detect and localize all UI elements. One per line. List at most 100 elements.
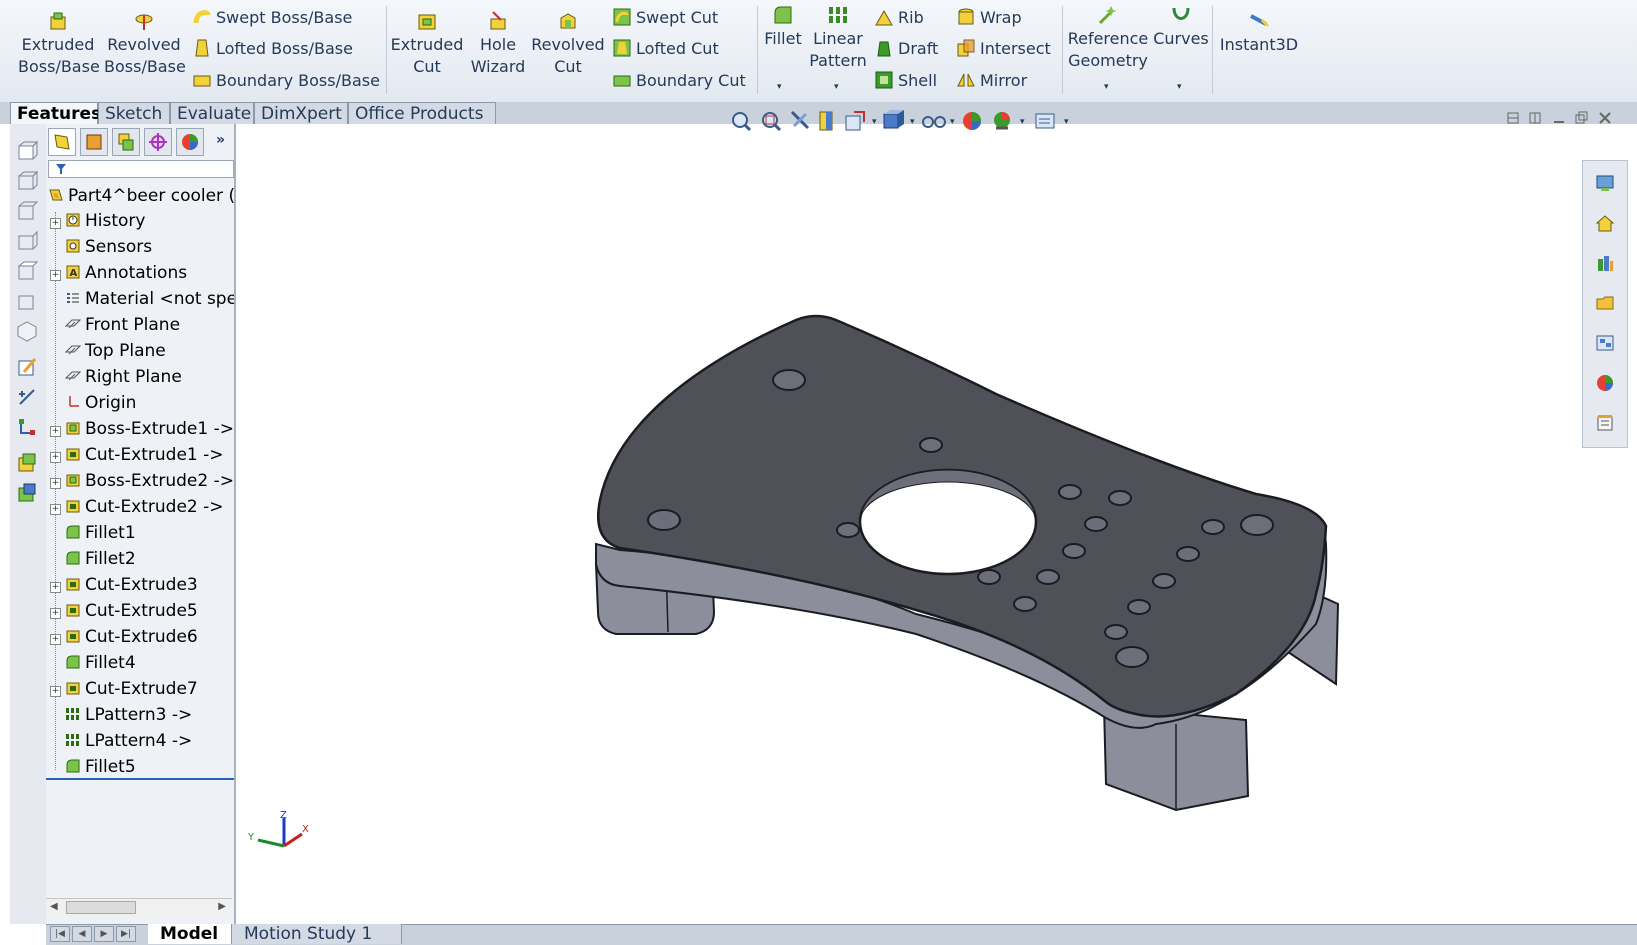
draft-button[interactable]: Draft [874,36,938,62]
tree-item[interactable]: Fillet2 [50,546,234,572]
tree-item[interactable]: Material <not spec [50,286,234,312]
tab-motion-study-1[interactable]: Motion Study 1 [232,924,402,944]
curves-button[interactable]: Curves [1150,4,1212,50]
mirror-button[interactable]: Mirror [956,68,1027,94]
part-model-beer-cooler[interactable] [236,124,1626,924]
intersect-button[interactable]: Intersect [956,36,1051,62]
restore-icon[interactable] [1575,111,1588,124]
expand-toggle-icon[interactable]: + [50,504,61,515]
view-right-icon[interactable] [16,230,38,252]
solidworks-resources-icon[interactable] [1595,173,1615,193]
cut-icon[interactable] [16,482,38,504]
instant3d-button[interactable]: Instant3D [1216,10,1302,56]
revolved-boss-button[interactable]: Revolved Boss/Base [104,10,186,78]
view-left-icon[interactable] [16,200,38,222]
tree-item[interactable]: Front Plane [50,312,234,338]
view-bottom-icon[interactable] [16,290,38,312]
expand-toggle-icon[interactable]: + [50,218,61,229]
shell-button[interactable]: Shell [874,68,937,94]
tree-item[interactable]: + Cut-Extrude3 [50,572,234,598]
extruded-boss-button[interactable]: Extruded Boss/Base [18,10,100,78]
boundary-cut-button[interactable]: Boundary Cut [612,68,746,94]
feature-tree-filter[interactable] [48,160,234,178]
boundary-boss-button[interactable]: Boundary Boss/Base [192,68,380,94]
scroll-right-icon[interactable]: ▶ [218,901,226,912]
expand-toggle-icon[interactable]: + [50,634,61,645]
tab-dimxpert-manager[interactable] [144,128,172,156]
tab-features[interactable]: Features [10,102,101,124]
expand-toggle-icon[interactable]: + [50,582,61,593]
tab-configuration-manager[interactable] [112,128,140,156]
scroll-left-icon[interactable]: ◀ [50,901,58,912]
design-library-icon[interactable] [1595,253,1615,273]
smart-dimension-icon[interactable] [16,386,38,408]
expand-panel-icon[interactable]: » [216,132,225,148]
close-icon[interactable] [1599,112,1611,124]
tree-item[interactable]: + Cut-Extrude7 [50,676,234,702]
swept-boss-button[interactable]: Swept Boss/Base [192,5,352,31]
rollback-bar[interactable] [46,778,234,780]
next-tab-icon[interactable]: ▶ [94,926,114,942]
lofted-boss-button[interactable]: Lofted Boss/Base [192,36,353,62]
swept-cut-button[interactable]: Swept Cut [612,5,718,31]
home-icon[interactable] [1595,213,1615,233]
boss-base-icon[interactable] [16,452,38,474]
scrollbar-thumb[interactable] [66,901,136,914]
tree-item[interactable]: + Boss-Extrude1 -> [50,416,234,442]
reference-geometry-dropdown-arrow[interactable]: ▾ [1104,82,1109,92]
expand-toggle-icon[interactable]: + [50,478,61,489]
tree-item[interactable]: Fillet4 [50,650,234,676]
reference-geometry-button[interactable]: Reference Geometry [1066,4,1150,72]
view-palette-icon[interactable] [1595,333,1615,353]
expand-toggle-icon[interactable]: + [50,426,61,437]
expand-toggle-icon[interactable]: + [50,270,61,281]
tree-item[interactable]: + Cut-Extrude6 [50,624,234,650]
tab-dimxpert[interactable]: DimXpert [254,102,348,124]
expand-toggle-icon[interactable]: + [50,452,61,463]
tree-item[interactable]: Sensors [50,234,234,260]
view-front-icon[interactable] [16,140,38,162]
rib-button[interactable]: Rib [874,5,924,31]
tree-item[interactable]: + Boss-Extrude2 -> [50,468,234,494]
tab-evaluate[interactable]: Evaluate [170,102,254,124]
tree-item[interactable]: LPattern3 -> [50,702,234,728]
fillet-button[interactable]: Fillet [760,4,806,50]
tree-item[interactable]: Origin [50,390,234,416]
view-isometric-icon[interactable] [16,320,38,342]
tree-item[interactable]: LPattern4 -> [50,728,234,754]
fillet-dropdown-arrow[interactable]: ▾ [777,82,782,92]
linear-pattern-button[interactable]: Linear Pattern [808,4,868,72]
tab-property-manager[interactable] [80,128,108,156]
extruded-cut-button[interactable]: Extruded Cut [388,10,466,78]
tree-root-part[interactable]: Part4^beer cooler (D [48,183,234,209]
tab-sketch[interactable]: Sketch [98,102,170,124]
tree-item[interactable]: + A Annotations [50,260,234,286]
linear-pattern-dropdown-arrow[interactable]: ▾ [834,82,839,92]
view-top-icon[interactable] [16,260,38,282]
file-explorer-icon[interactable] [1595,293,1615,313]
hole-wizard-button[interactable]: Hole Wizard [460,10,536,78]
revolved-cut-button[interactable]: Revolved Cut [530,10,606,78]
tree-item[interactable]: Top Plane [50,338,234,364]
wrap-button[interactable]: Wrap [956,5,1022,31]
reference-triad-icon[interactable] [16,416,38,438]
tile-vertical-icon[interactable] [1529,112,1541,124]
tree-item[interactable]: Right Plane [50,364,234,390]
sketch-icon[interactable] [16,356,38,378]
tree-item[interactable]: + Cut-Extrude1 -> [50,442,234,468]
tab-office-products[interactable]: Office Products [348,102,496,124]
tree-item[interactable]: + History [50,208,234,234]
first-tab-icon[interactable]: |◀ [50,926,70,942]
tab-feature-manager-tree[interactable] [48,128,76,156]
previous-tab-icon[interactable]: ◀ [72,926,92,942]
tile-horizontal-icon[interactable] [1507,112,1519,124]
tree-item[interactable]: + Cut-Extrude5 [50,598,234,624]
expand-toggle-icon[interactable]: + [50,608,61,619]
tab-model[interactable]: Model [148,924,232,944]
last-tab-icon[interactable]: ▶| [116,926,136,942]
appearances-icon[interactable] [1595,373,1615,393]
lofted-cut-button[interactable]: Lofted Cut [612,36,719,62]
custom-properties-icon[interactable] [1595,413,1615,433]
tree-item[interactable]: + Cut-Extrude2 -> [50,494,234,520]
curves-dropdown-arrow[interactable]: ▾ [1177,82,1182,92]
